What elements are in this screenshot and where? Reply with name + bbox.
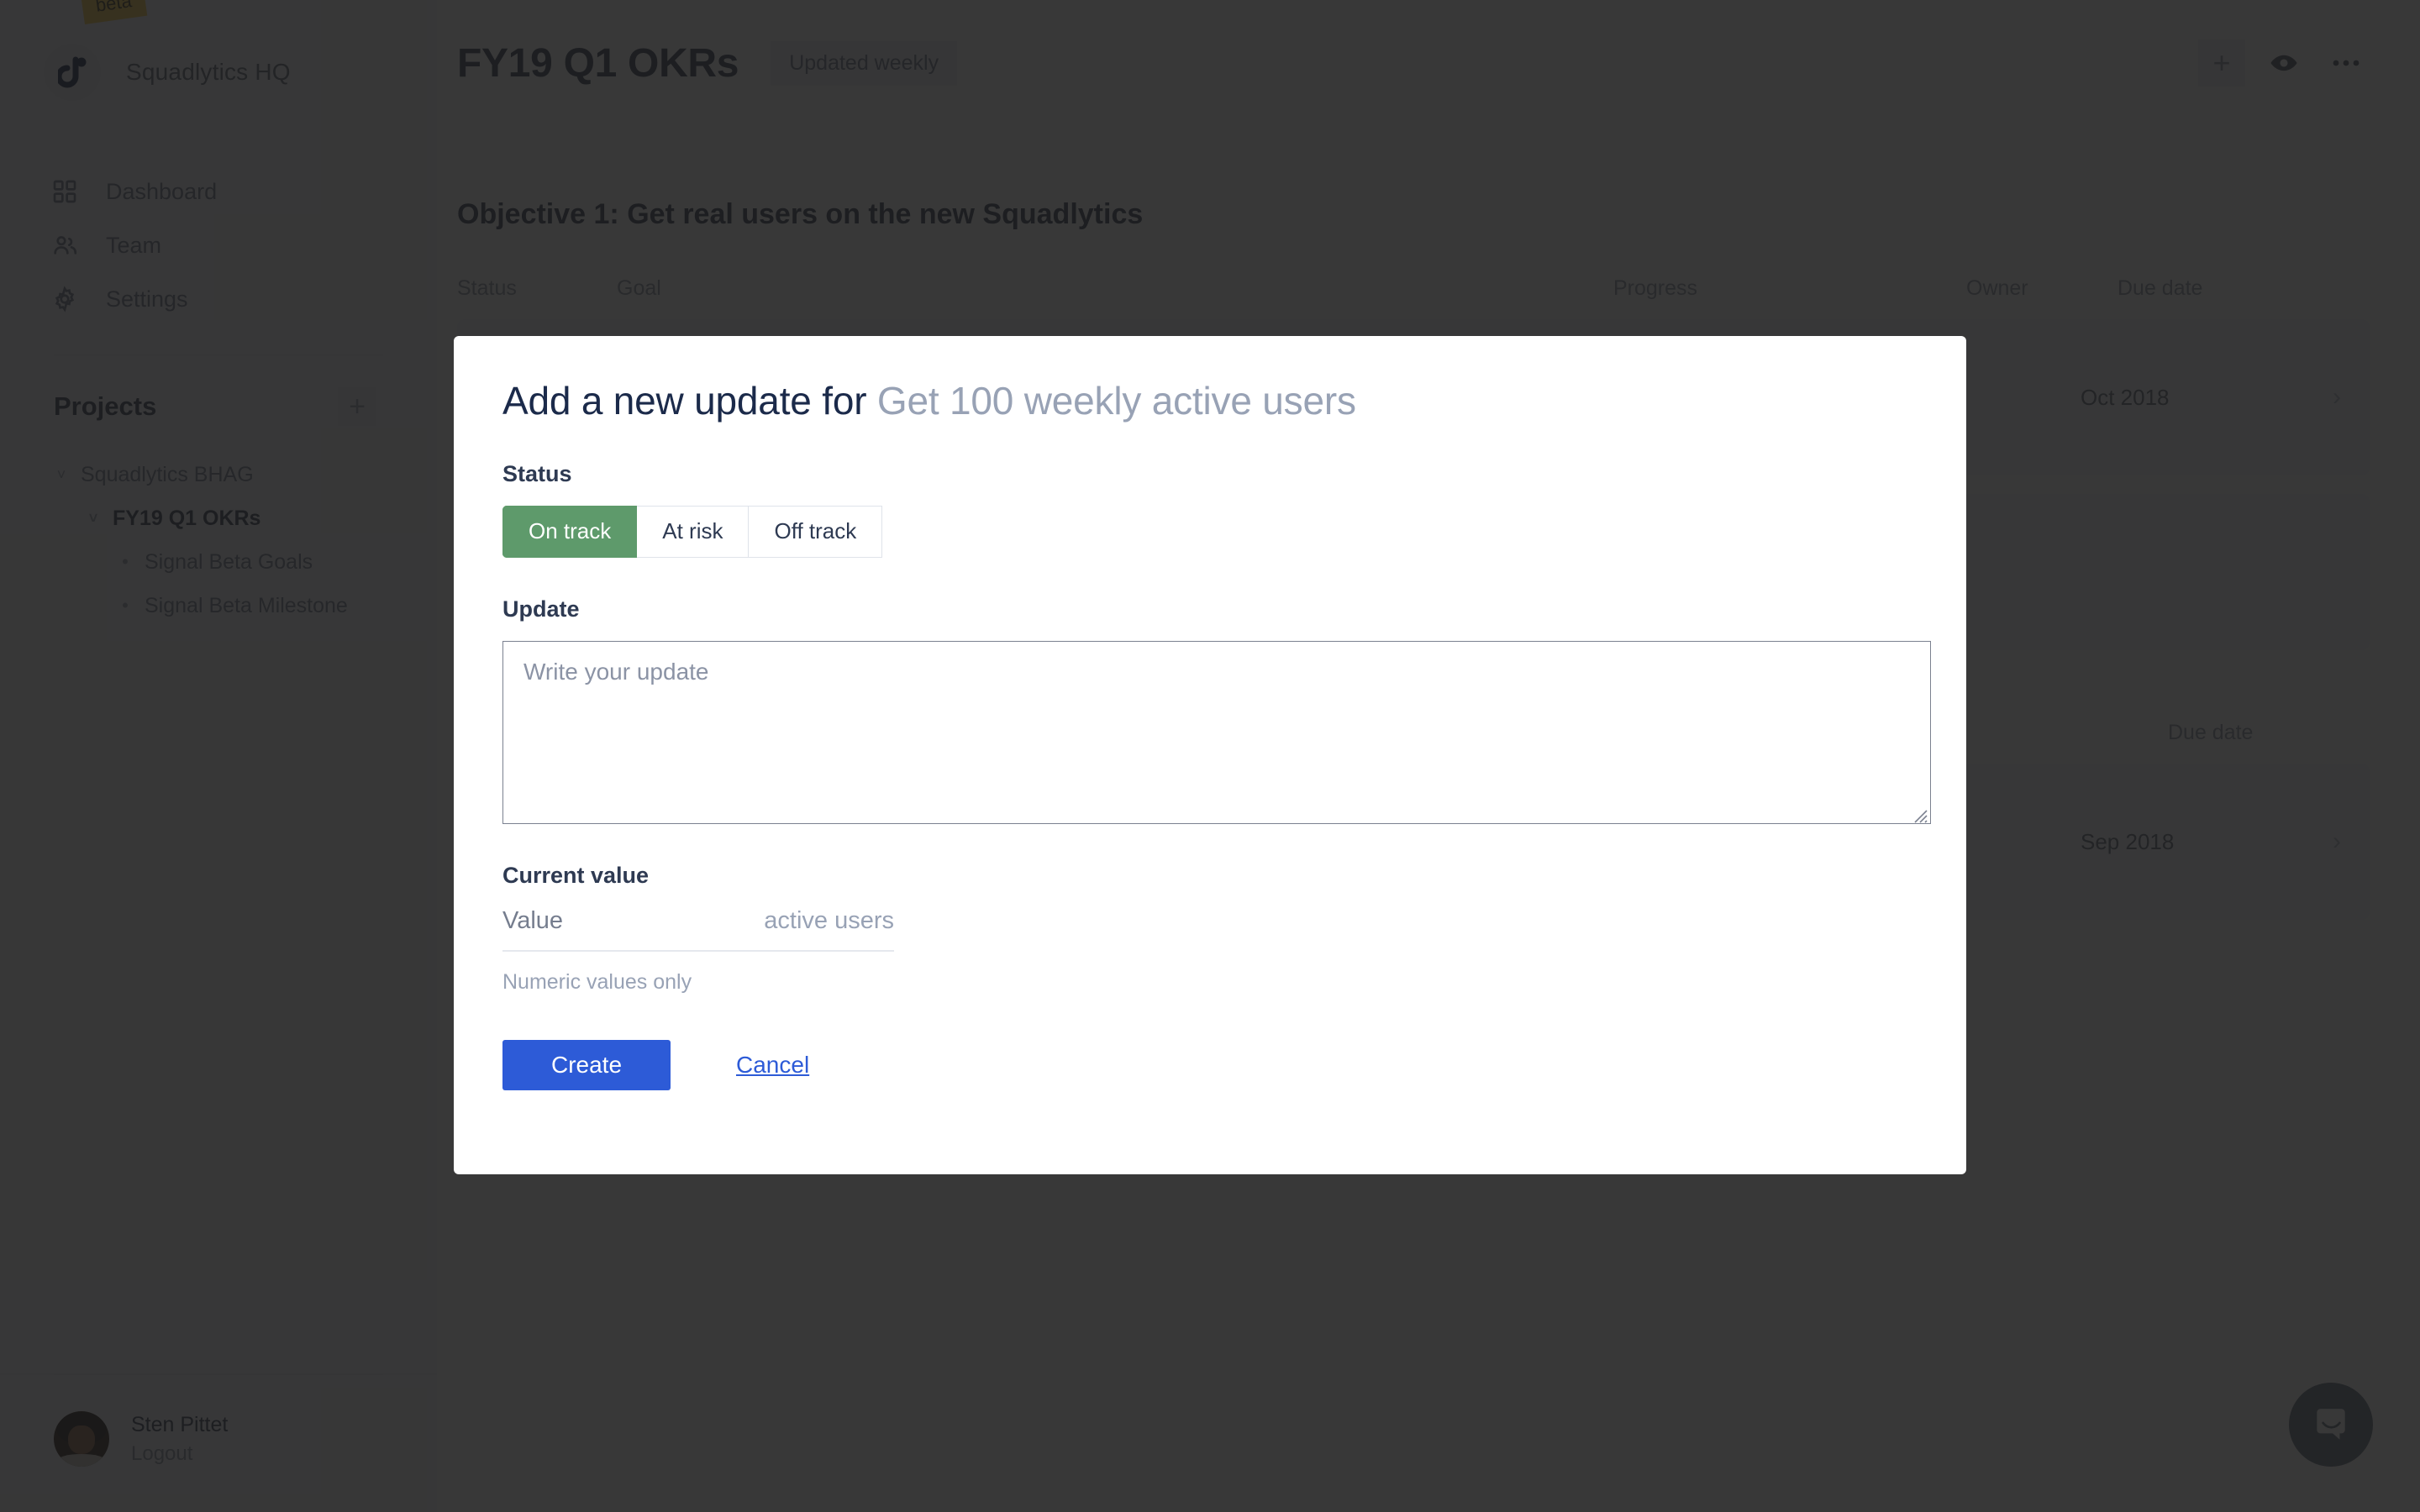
update-textarea[interactable]: Write your update: [502, 641, 1931, 824]
resize-handle-icon[interactable]: [1909, 802, 1928, 821]
update-label: Update: [502, 596, 1918, 622]
add-update-modal: Add a new update for Get 100 weekly acti…: [454, 336, 1966, 1174]
modal-actions: Create Cancel: [502, 1040, 1918, 1090]
value-help-text: Numeric values only: [502, 970, 1918, 995]
current-value-label: Current value: [502, 863, 1918, 889]
cancel-link[interactable]: Cancel: [736, 1052, 809, 1079]
modal-title-goal: Get 100 weekly active users: [877, 379, 1356, 423]
status-option-off-track[interactable]: Off track: [749, 506, 882, 558]
status-option-on-track[interactable]: On track: [502, 506, 637, 558]
status-label: Status: [502, 461, 1918, 487]
current-value-field[interactable]: Value active users: [502, 907, 894, 952]
create-button[interactable]: Create: [502, 1040, 671, 1090]
value-input[interactable]: Value: [502, 907, 563, 935]
modal-title: Add a new update for Get 100 weekly acti…: [502, 380, 1918, 423]
status-option-at-risk[interactable]: At risk: [637, 506, 749, 558]
modal-title-prefix: Add a new update for: [502, 379, 877, 423]
value-unit: active users: [764, 907, 894, 935]
status-segmented-control: On track At risk Off track: [502, 506, 901, 558]
